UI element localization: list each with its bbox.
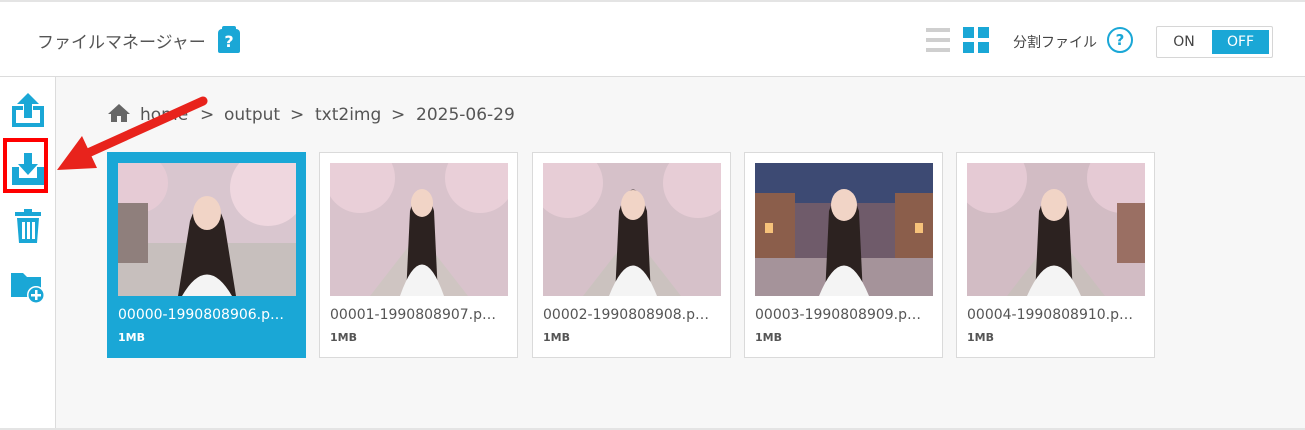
file-card[interactable]: 00000-1990808906.p… 1MB — [107, 152, 306, 358]
file-size: 1MB — [543, 331, 570, 344]
file-card[interactable]: 00003-1990808909.p… 1MB — [744, 152, 943, 358]
file-card[interactable]: 00001-1990808907.p… 1MB — [319, 152, 518, 358]
breadcrumb-separator: > — [391, 105, 406, 125]
upload-icon — [12, 93, 44, 127]
delete-button[interactable] — [8, 207, 48, 247]
file-size: 1MB — [118, 331, 145, 344]
file-name: 00003-1990808909.p… — [755, 307, 921, 323]
file-name: 00002-1990808908.p… — [543, 307, 709, 323]
file-manager-app: ファイルマネージャー ? 分割ファイル ? ON OFF home > outp… — [0, 0, 1305, 430]
breadcrumb-separator: > — [290, 105, 305, 125]
upload-button[interactable] — [8, 91, 48, 131]
file-thumbnail — [967, 163, 1145, 296]
file-name: 00000-1990808906.p… — [118, 307, 284, 323]
app-title: ファイルマネージャー — [37, 33, 206, 53]
breadcrumb-txt2img[interactable]: txt2img — [315, 105, 381, 125]
toggle-off-button[interactable]: OFF — [1212, 30, 1269, 54]
breadcrumb-current-folder[interactable]: 2025-06-29 — [416, 105, 515, 125]
file-card[interactable]: 00004-1990808910.p… 1MB — [956, 152, 1155, 358]
folder-plus-icon — [11, 273, 45, 304]
new-folder-button[interactable] — [8, 265, 48, 305]
split-file-label: 分割ファイル — [1013, 35, 1097, 51]
breadcrumb-home[interactable]: home — [140, 105, 188, 125]
split-toggle[interactable]: ON OFF — [1156, 26, 1273, 58]
list-view-icon[interactable] — [926, 27, 950, 53]
file-thumbnail — [330, 163, 508, 296]
split-help-icon[interactable]: ? — [1107, 27, 1133, 53]
download-highlight-box — [3, 138, 48, 193]
file-thumbnail — [543, 163, 721, 296]
breadcrumb-separator: > — [200, 105, 215, 125]
file-size: 1MB — [755, 331, 782, 344]
help-icon[interactable]: ? — [218, 26, 240, 53]
file-size: 1MB — [330, 331, 357, 344]
file-thumbnail — [755, 163, 933, 296]
file-content-area: home > output > txt2img > 2025-06-29 000… — [56, 77, 1305, 430]
file-card[interactable]: 00002-1990808908.p… 1MB — [532, 152, 731, 358]
trash-icon — [15, 209, 41, 243]
file-size: 1MB — [967, 331, 994, 344]
sidebar — [0, 77, 56, 430]
header-bar: ファイルマネージャー ? 分割ファイル ? ON OFF — [0, 2, 1305, 77]
file-thumbnail — [118, 163, 296, 296]
breadcrumb-output[interactable]: output — [224, 105, 280, 125]
toggle-on-button[interactable]: ON — [1157, 27, 1211, 57]
home-icon[interactable] — [108, 103, 130, 123]
file-name: 00004-1990808910.p… — [967, 307, 1133, 323]
file-name: 00001-1990808907.p… — [330, 307, 496, 323]
grid-view-icon[interactable] — [963, 27, 989, 53]
